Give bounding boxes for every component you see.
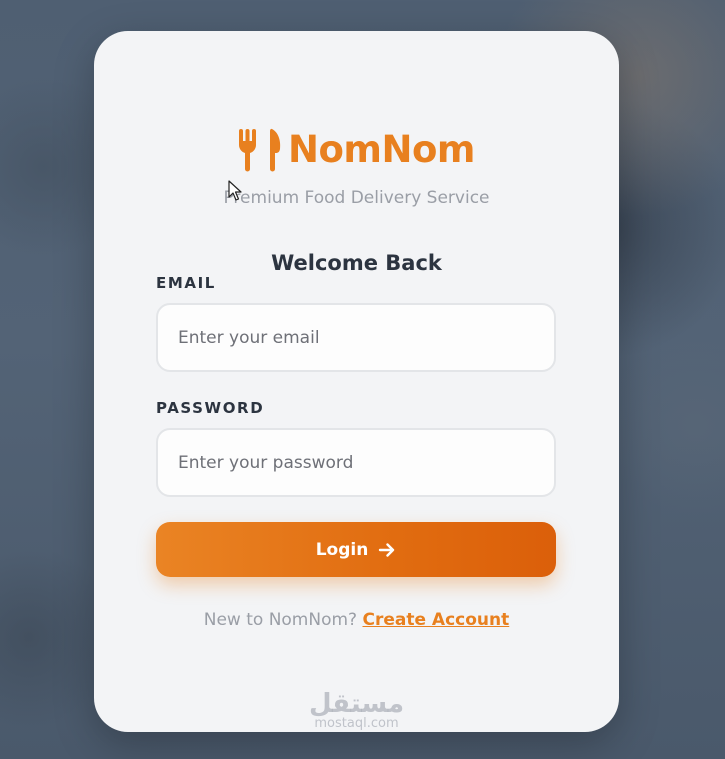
arrow-right-icon xyxy=(379,542,395,557)
login-button-label: Login xyxy=(315,539,369,560)
create-account-link[interactable]: Create Account xyxy=(362,610,509,630)
email-label: EMAIL xyxy=(156,274,216,292)
watermark-arabic: مستقل xyxy=(308,689,405,719)
brand-tagline: Premium Food Delivery Service xyxy=(223,188,490,208)
email-field[interactable] xyxy=(156,303,556,372)
password-label: PASSWORD xyxy=(156,399,265,417)
password-field[interactable] xyxy=(156,428,556,497)
watermark-latin: mostaql.com xyxy=(314,716,399,731)
login-card: NomNom Premium Food Delivery Service Wel… xyxy=(94,31,619,732)
login-button[interactable]: Login xyxy=(156,522,556,577)
watermark: مستقل mostaql.com xyxy=(94,691,619,732)
brand-name: NomNom xyxy=(288,128,475,171)
fork-knife-icon xyxy=(239,128,281,172)
brand-logo: NomNom xyxy=(94,127,619,173)
signup-prompt: New to NomNom? xyxy=(203,610,358,630)
mouse-cursor-icon xyxy=(228,180,242,201)
signup-prompt-line: New to NomNom? Create Account xyxy=(94,610,619,630)
form-heading: Welcome Back xyxy=(271,251,442,275)
